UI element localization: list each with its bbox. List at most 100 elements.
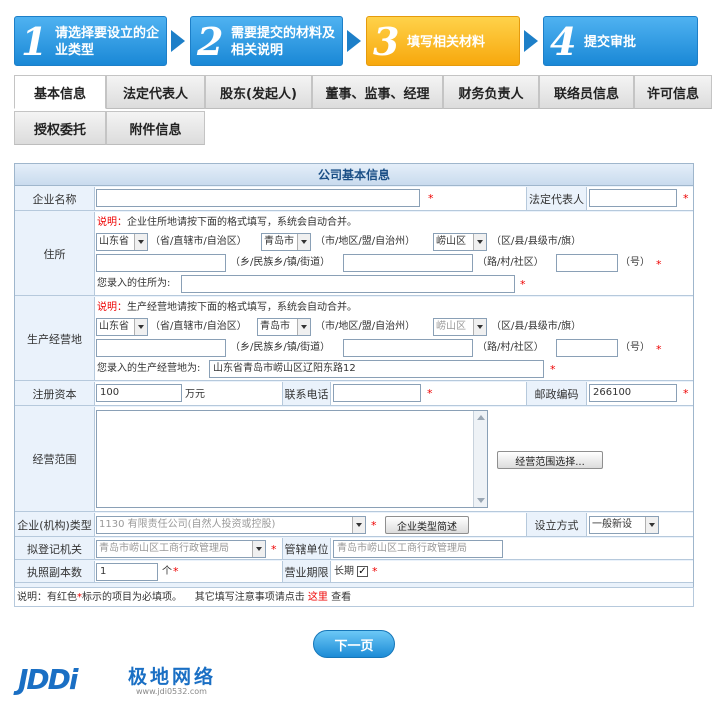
business-term-checkbox[interactable]: ✓ [357,566,368,577]
wizard-steps: 1 请选择要设立的企业类型 2 需要提交的材料及相关说明 3 填写相关材料 4 … [14,16,704,68]
step-3-label: 填写相关材料 [407,34,486,50]
postcode-label: 邮政编码 [527,382,587,405]
license-copies-cell: 1 个 * [95,561,283,582]
jurisdiction-cell: 青岛市崂山区工商行政管理局 [331,538,693,559]
company-name-cell: * [95,187,527,210]
registration-authority-label: 拟登记机关 [15,538,95,559]
province-value: 山东省 [99,236,129,247]
row-company-name: 企业名称 * 法定代表人 * [15,187,693,211]
address-note-text: 企业住所地请按下面的格式填写，系统会自动合并。 [127,217,357,228]
row-registration-authority: 拟登记机关 青岛市崂山区工商行政管理局 * 管辖单位 青岛市崂山区工商行政管理局 [15,538,693,560]
production-note-text: 生产经营地请按下面的格式填写，系统会自动合并。 [127,302,357,313]
prod-number-suffix: （号） [620,342,650,353]
jurisdiction-input[interactable]: 青岛市崂山区工商行政管理局 [333,540,503,558]
step-1: 1 请选择要设立的企业类型 [14,16,167,66]
production-site-cell: 说明：生产经营地请按下面的格式填写，系统会自动合并。 山东省 （省/直辖市/自治… [95,297,693,380]
prod-province-value: 山东省 [99,321,129,332]
required-star: * [372,565,378,578]
setup-method-label: 设立方式 [527,513,587,536]
capital-input[interactable]: 100 [96,384,182,402]
footer-note-text: 说明：有红色*标示的项目为必填项。 其它填写注意事项请点击 这里 查看 [17,591,351,605]
company-basic-info-form: 公司基本信息 企业名称 * 法定代表人 * 住所 说明：企业住所地请按下面的格式… [14,163,694,593]
city-suffix: （市/地区/盟/自治州） [315,236,416,247]
town-input[interactable] [96,254,226,272]
chevron-down-icon [473,319,486,335]
prod-district-select[interactable]: 崂山区 [433,318,487,336]
step-4-label: 提交审批 [584,34,637,50]
address-entered-input[interactable] [181,275,515,293]
step-2-label: 需要提交的材料及相关说明 [231,26,336,58]
required-star: * [550,363,556,376]
tab-legal-rep[interactable]: 法定代表人 [106,75,205,109]
next-page-button[interactable]: 下一页 [313,630,395,658]
phone-input[interactable] [333,384,421,402]
production-site-label: 生产经营地 [15,297,95,380]
prod-road-input[interactable] [343,339,473,357]
license-copies-unit: 个 [162,566,172,577]
legal-rep-input[interactable] [589,189,677,207]
setup-method-value: 一般新设 [592,519,632,530]
prod-number-input[interactable] [556,339,618,357]
row-capital: 注册资本 100 万元 联系电话 * 邮政编码 266100 * [15,382,693,406]
step-arrow-icon [524,30,538,52]
required-star: * [656,343,662,356]
chevron-down-icon [252,541,265,557]
required-star: * [683,192,689,205]
address-entered-label: 您录入的住所为: [97,278,171,289]
phone-cell: * [331,382,527,405]
production-note-prefix: 说明： [97,302,127,313]
row-address: 住所 说明：企业住所地请按下面的格式填写，系统会自动合并。 山东省 （省/直辖市… [15,212,693,296]
tab-basic-info[interactable]: 基本信息 [14,75,106,109]
prod-province-suffix: （省/直辖市/自治区） [150,321,247,332]
prod-city-value: 青岛市 [260,321,290,332]
logo-mark: JDDi [18,663,78,696]
capital-cell: 100 万元 [95,382,283,405]
prod-town-input[interactable] [96,339,226,357]
company-type-cell: 1130 有限责任公司(自然人投资或控股) * 企业类型简述 [95,513,527,536]
setup-method-cell: 一般新设 [587,513,693,536]
tab-license[interactable]: 许可信息 [634,75,712,109]
step-1-number: 1 [21,19,48,64]
tab-shareholders[interactable]: 股东(发起人) [205,75,312,109]
business-scope-select-button[interactable]: 经营范围选择... [497,451,603,469]
company-type-description-button[interactable]: 企业类型简述 [385,516,469,534]
required-star: * [656,258,662,271]
district-select[interactable]: 崂山区 [433,233,487,251]
prod-province-select[interactable]: 山东省 [96,318,148,336]
postcode-input[interactable]: 266100 [589,384,677,402]
registration-authority-select[interactable]: 青岛市崂山区工商行政管理局 [96,540,266,558]
footer-here-link[interactable]: 这里 [308,592,328,603]
jurisdiction-label: 管辖单位 [283,538,331,559]
address-cell: 说明：企业住所地请按下面的格式填写，系统会自动合并。 山东省 （省/直辖市/自治… [95,212,693,295]
footer-note-b: 标示的项目为必填项。 [82,592,182,603]
chevron-down-icon [645,517,658,533]
business-term-label: 营业期限 [283,561,331,582]
prod-town-suffix: （乡/民族乡/镇/街道） [230,342,331,353]
prod-city-select[interactable]: 青岛市 [257,318,311,336]
tab-attachments[interactable]: 附件信息 [106,111,205,145]
chevron-down-icon [473,234,486,250]
chevron-down-icon [297,234,310,250]
tab-authorization[interactable]: 授权委托 [14,111,106,145]
business-scope-cell: 经营范围选择... [95,407,693,511]
company-name-input[interactable] [96,189,420,207]
footer-note-a: 说明：有红色 [17,592,77,603]
business-scope-textarea[interactable] [96,410,488,508]
business-scope-label: 经营范围 [15,407,95,511]
province-select[interactable]: 山东省 [96,233,148,251]
prod-entered-input[interactable]: 山东省青岛市崂山区辽阳东路12 [209,360,544,378]
number-input[interactable] [556,254,618,272]
tab-liaison[interactable]: 联络员信息 [539,75,634,109]
chevron-down-icon [297,319,310,335]
city-select[interactable]: 青岛市 [261,233,311,251]
company-type-select[interactable]: 1130 有限责任公司(自然人投资或控股) [96,516,366,534]
setup-method-select[interactable]: 一般新设 [589,516,659,534]
footer-note-d: 查看 [331,592,352,603]
road-input[interactable] [343,254,473,272]
postcode-cell: 266100 * [587,382,693,405]
scrollbar[interactable] [473,411,487,507]
required-star: * [683,387,689,400]
license-copies-input[interactable]: 1 [96,563,158,581]
tab-finance-officer[interactable]: 财务负责人 [443,75,539,109]
tab-directors[interactable]: 董事、监事、经理 [312,75,443,109]
